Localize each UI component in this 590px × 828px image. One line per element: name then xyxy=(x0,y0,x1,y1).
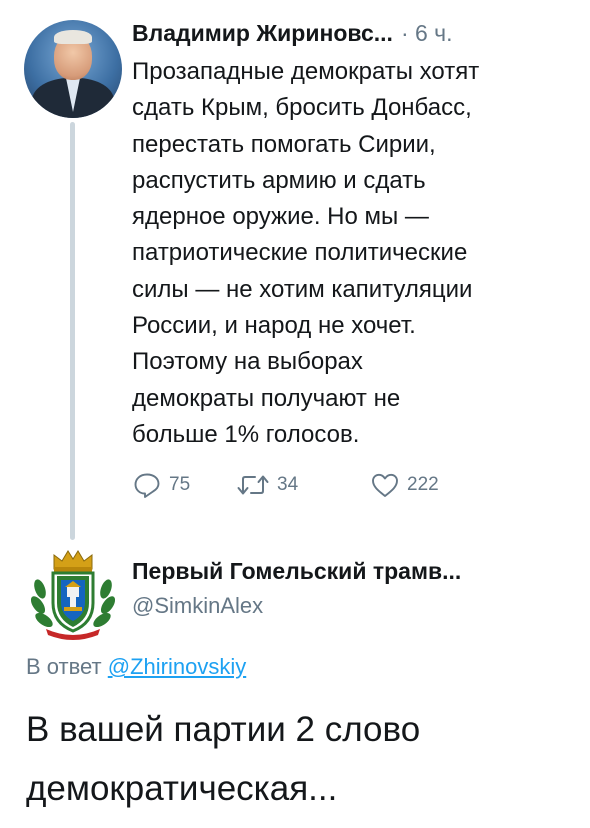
tweet-timestamp[interactable]: 6 ч. xyxy=(415,20,453,46)
separator-dot: · xyxy=(400,20,409,46)
thread-connector-line xyxy=(70,122,75,540)
author-name[interactable]: Владимир Жириновс... xyxy=(132,20,393,46)
reply-author-avatar[interactable] xyxy=(24,545,122,643)
heart-icon xyxy=(372,473,398,497)
coat-of-arms-icon xyxy=(30,550,116,640)
reply-icon xyxy=(134,473,160,498)
reply-button[interactable]: 75 xyxy=(132,471,236,499)
like-count: 222 xyxy=(407,474,439,495)
avatar-hair xyxy=(54,30,92,44)
reply-context: В ответ @Zhirinovskiy xyxy=(26,652,246,682)
tweet-header: Владимир Жириновс... · 6 ч. xyxy=(132,16,453,50)
reply-count: 75 xyxy=(169,474,191,495)
reply-author-name[interactable]: Первый Гомельский трамв... xyxy=(132,556,461,586)
reply-text: В вашей партии 2 слово демократическая..… xyxy=(26,710,421,808)
tweet-text: Прозападные демократы хотят сдать Крым, … xyxy=(132,58,480,448)
retweet-button[interactable]: 34 xyxy=(236,472,370,498)
reply-to-link[interactable]: @Zhirinovskiy xyxy=(108,654,246,679)
retweet-count: 34 xyxy=(277,474,299,495)
tweet-actions: 75 34 222 xyxy=(132,470,439,500)
retweet-icon xyxy=(237,475,269,495)
reply-prefix: В ответ xyxy=(26,654,102,679)
reply-author-handle[interactable]: @SimkinAlex xyxy=(132,591,263,621)
author-avatar[interactable] xyxy=(24,20,122,118)
like-button[interactable]: 222 xyxy=(370,471,439,499)
